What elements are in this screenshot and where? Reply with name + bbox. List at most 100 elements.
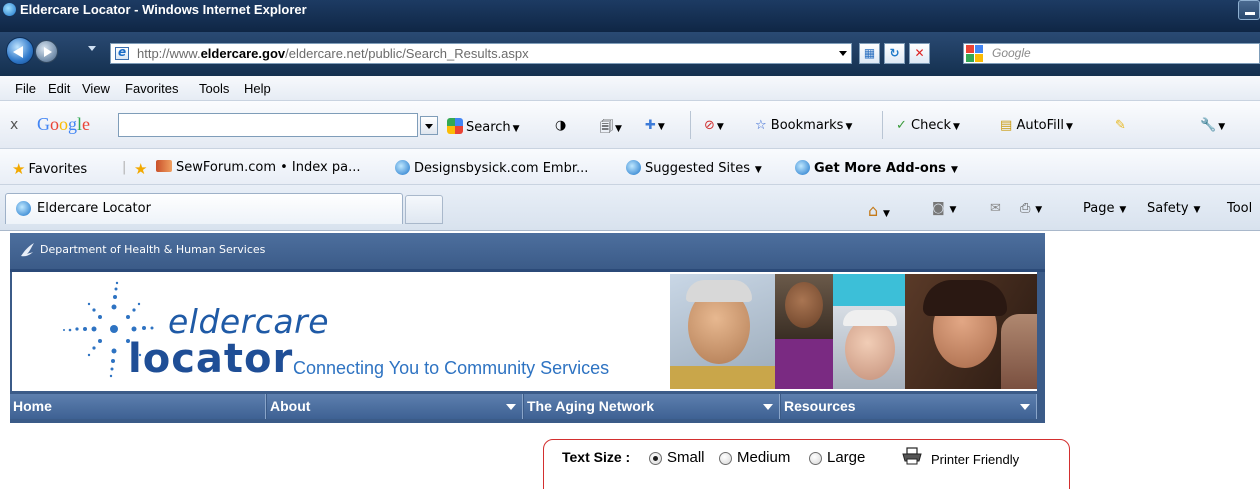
ie-page-icon (395, 160, 410, 175)
nav-resources[interactable]: Resources (781, 394, 1037, 419)
stop-icon[interactable]: ✕ (909, 43, 930, 64)
text-size-small-radio[interactable] (649, 452, 662, 465)
ie-page-icon (795, 160, 810, 175)
hhs-header: Department of Health & Human Services (10, 233, 1045, 269)
back-button[interactable] (6, 37, 34, 65)
photo-purple-block (775, 339, 833, 389)
google-toolbar: x Google Search ▼ ◑ 🗐 ▼ ✚ ▼ ⊘ ▼ ☆ Bookmarks ▼… (0, 101, 1260, 149)
internet-explorer-icon (3, 3, 16, 16)
menu-edit[interactable]: Edit (48, 81, 70, 96)
suggested-sites-button[interactable]: Suggested Sites ▼ (626, 160, 762, 176)
search-placeholder: Google (992, 46, 1031, 60)
news-icon[interactable]: 🗐 ▼ (600, 118, 622, 140)
window-title-bar: Eldercare Locator - Windows Internet Exp… (0, 0, 1260, 32)
site-banner: eldercare locator Connecting You to Comm… (10, 272, 1045, 391)
nav-about[interactable]: About (267, 394, 523, 419)
favorites-separator: | (122, 160, 127, 175)
window-title: Eldercare Locator - Windows Internet Exp… (20, 2, 307, 17)
autofill-button[interactable]: ▤ AutoFill ▼ (1000, 118, 1073, 133)
text-size-large-label[interactable]: Large (827, 449, 865, 466)
google-search-input[interactable] (118, 113, 418, 137)
page-menu[interactable]: Page ▼ (1083, 201, 1126, 216)
url-dropdown-icon[interactable] (839, 51, 847, 56)
logo-locator-text: locator (128, 336, 294, 382)
favorites-button[interactable]: ★ Favorites (12, 160, 87, 178)
tab-row: Eldercare Locator ⌂ ▼ ◙ ▼ ✉ ⎙ ▼ Page ▼ S… (0, 185, 1260, 231)
text-size-small-label[interactable]: Small (667, 449, 705, 466)
home-button[interactable]: ⌂ ▼ (868, 201, 890, 220)
browse-icon[interactable]: ◑ (555, 118, 566, 133)
menu-help[interactable]: Help (244, 81, 271, 96)
photo-smiling-woman (905, 274, 1037, 389)
highlight-icon[interactable]: ✎ (1115, 118, 1126, 133)
new-tab-button[interactable] (405, 195, 443, 224)
tab-eldercare-locator[interactable]: Eldercare Locator (5, 193, 403, 224)
get-more-addons-button[interactable]: Get More Add-ons ▼ (795, 160, 958, 176)
bookmarks-button[interactable]: ☆ Bookmarks ▼ (755, 118, 852, 133)
banner-photo-collage (670, 274, 1037, 389)
feeds-button[interactable]: ◙ ▼ (932, 201, 956, 216)
nav-home[interactable]: Home (10, 394, 266, 419)
text-size-medium-label[interactable]: Medium (737, 449, 790, 466)
toolbar-separator (690, 111, 691, 139)
eldercare-site: Department of Health & Human Services el… (10, 233, 1045, 433)
menu-favorites[interactable]: Favorites (125, 81, 178, 96)
text-size-label: Text Size : (562, 449, 631, 465)
photo-older-man (833, 306, 905, 389)
menu-bar: File Edit View Favorites Tools Help (0, 76, 1260, 101)
favorites-star-icon: ★ (12, 160, 26, 178)
text-size-medium-radio[interactable] (719, 452, 732, 465)
menu-view[interactable]: View (82, 81, 110, 96)
google-brand: Google (37, 114, 91, 134)
chevron-down-icon (763, 404, 773, 410)
plus-icon[interactable]: ✚ ▼ (645, 118, 665, 133)
photo-teal-block (833, 274, 905, 306)
safety-menu[interactable]: Safety ▼ (1147, 201, 1200, 216)
ie-page-icon (16, 201, 31, 216)
settings-wrench-icon[interactable]: 🔧 ▼ (1200, 118, 1225, 133)
hhs-eagle-icon (18, 240, 38, 260)
google-search-button[interactable]: Search ▼ (447, 118, 520, 135)
tab-label: Eldercare Locator (37, 201, 151, 216)
menu-file[interactable]: File (15, 81, 36, 96)
url-input[interactable]: http://www.eldercare.gov/eldercare.net/p… (110, 43, 852, 64)
nav-aging-network[interactable]: The Aging Network (524, 394, 780, 419)
page-icon (115, 45, 129, 60)
printer-icon[interactable] (901, 447, 923, 465)
photo-child (775, 274, 833, 339)
hhs-link[interactable]: Department of Health & Human Services (40, 243, 265, 256)
print-button[interactable]: ⎙ ▼ (1020, 201, 1042, 216)
menu-tools[interactable]: Tools (199, 81, 229, 96)
address-bar: http://www.eldercare.gov/eldercare.net/p… (0, 32, 1260, 76)
printer-friendly-link[interactable]: Printer Friendly (931, 452, 1019, 467)
home-icon: ⌂ (868, 201, 879, 220)
toolbar-separator (882, 111, 883, 139)
text-size-large-radio[interactable] (809, 452, 822, 465)
history-dropdown-icon[interactable] (88, 46, 96, 51)
minimize-button[interactable] (1238, 0, 1260, 20)
spell-check-button[interactable]: ✓ Check ▼ (896, 118, 960, 133)
compatibility-view-icon[interactable]: ▦ (859, 43, 880, 64)
refresh-icon[interactable]: ↻ (884, 43, 905, 64)
print-icon: ⎙ (1020, 201, 1031, 216)
close-toolbar-icon[interactable]: x (10, 117, 18, 133)
google-search-dropdown[interactable] (420, 116, 438, 135)
photo-smiling-man (670, 274, 775, 389)
mail-icon: ✉ (990, 201, 1001, 216)
forward-button[interactable] (35, 40, 58, 63)
chevron-down-icon (506, 404, 516, 410)
tools-menu[interactable]: Tool (1227, 201, 1252, 216)
favorite-sewforum[interactable]: SewForum.com • Index pa... (156, 160, 360, 175)
add-favorite-icon[interactable]: ★ (134, 160, 150, 178)
main-nav: Home About The Aging Network Resources (10, 391, 1045, 423)
google-logo-icon (966, 45, 984, 63)
chevron-down-icon (1020, 404, 1030, 410)
search-input[interactable]: Google (963, 43, 1260, 64)
logo-tagline: Connecting You to Community Services (293, 358, 610, 378)
mail-button[interactable]: ✉ (990, 201, 1001, 216)
text-size-panel: Text Size : Small Medium Large Printer F… (543, 439, 1070, 489)
popup-blocker-icon[interactable]: ⊘ ▼ (704, 118, 724, 133)
favorite-designsbysick[interactable]: Designsbysick.com Embr... (395, 160, 588, 176)
rss-feed-icon: ◙ (932, 201, 945, 216)
google-search-icon (447, 118, 463, 134)
